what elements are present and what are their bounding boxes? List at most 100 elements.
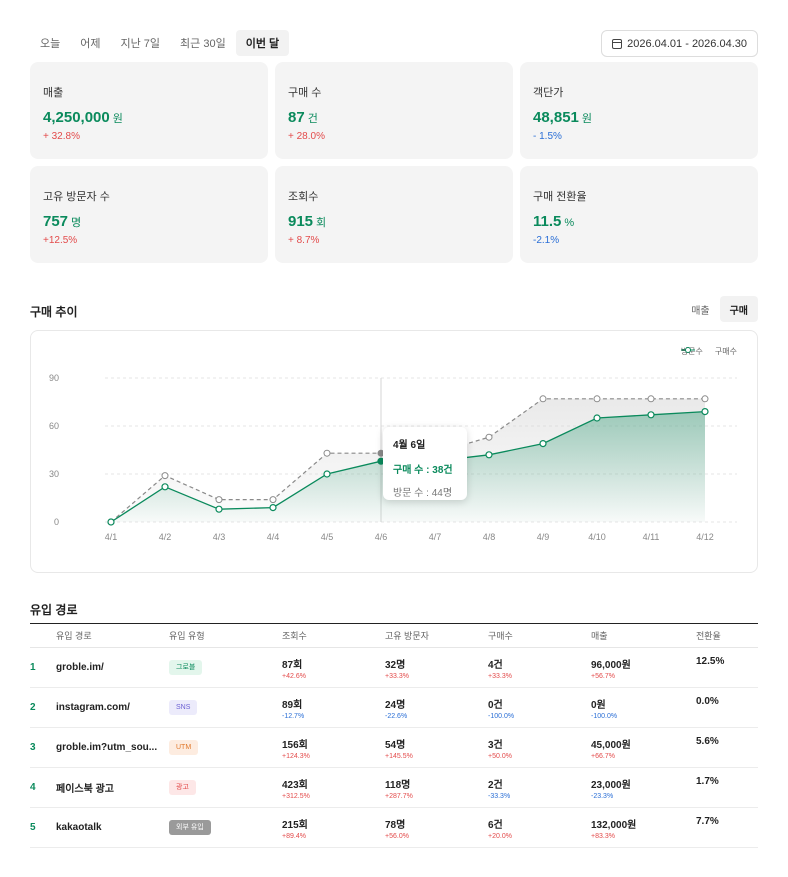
revenue-change: +83.3%: [591, 832, 615, 840]
type-badge: UTM: [169, 740, 199, 755]
stat-value: 4,250,000: [43, 109, 110, 126]
stat-cards: 매출 4,250,000 원 + 32.8% 구매 수 87 건 + 28.0% 객단가 48,8…: [30, 62, 758, 263]
period-tab-last-30-days[interactable]: 최근 30일: [170, 30, 236, 56]
stat-card: 구매 수 87 건 + 28.0%: [275, 62, 513, 159]
visitors-value: 32명: [385, 659, 406, 671]
revenue-value: 132,000원: [591, 819, 637, 831]
visitors-change: +33.3%: [385, 672, 409, 680]
point-visits: [701, 395, 709, 403]
revenue-cell: 45,000원 +66.7%: [591, 736, 696, 760]
point-purchases: [647, 411, 655, 419]
visitors-change: +56.0%: [385, 832, 409, 840]
header-conversion: 전환율: [696, 631, 721, 641]
point-purchases: [593, 414, 601, 422]
toggle-revenue[interactable]: 매출: [681, 296, 719, 322]
row-type-cell: SNS: [169, 700, 282, 715]
header-views: 조회수: [282, 631, 307, 641]
row-rank: 1: [30, 662, 36, 673]
date-range-picker[interactable]: 2026.04.01 - 2026.04.30: [601, 30, 758, 57]
legend-label-purchases: 구매수: [714, 347, 737, 356]
x-tick-label: 4/3: [213, 532, 226, 542]
revenue-value: 96,000원: [591, 659, 631, 671]
point-visits: [269, 496, 277, 504]
stat-card: 조회수 915 회 + 8.7%: [275, 166, 513, 263]
views-value: 156회: [282, 739, 308, 751]
stat-value-row: 757 명: [43, 213, 255, 230]
stat-value-row: 11.5%: [533, 213, 745, 230]
stat-value: 87: [288, 109, 305, 126]
y-tick-label: 30: [49, 469, 59, 479]
views-value: 215회: [282, 819, 308, 831]
row-type-cell: 광고: [169, 780, 282, 795]
table-body: 1 groble.im/그로블 87회 +42.6% 32명 +33.3% 4건 +33.3%…: [30, 648, 758, 848]
views-cell: 89회 -12.7%: [282, 696, 385, 720]
purchase-trend-chart: 0 30 60 90 4/1 4/2 4/3 4/4 4/5 4/6 4/7 4/8 4/9 4/10 4/…: [30, 330, 758, 573]
revenue-value: 23,000원: [591, 779, 631, 791]
row-type-cell: 그로블: [169, 660, 282, 675]
table-row[interactable]: 4 페이스북 광고 광고 423회 +312.5% 118명 +287.7% 2건 -33.3%…: [30, 768, 758, 808]
point-visits: [323, 449, 331, 457]
stat-unit: 원: [112, 113, 123, 125]
point-purchases: [701, 407, 709, 416]
point-purchases: [323, 470, 331, 478]
revenue-change: +66.7%: [591, 752, 615, 760]
stat-change: -2.1%: [533, 235, 560, 246]
header-visitors: 고유 방문자: [385, 631, 429, 641]
row-rank: 2: [30, 702, 36, 713]
table-row[interactable]: 2 instagram.com/SNS 89회 -12.7% 24명 -22.6% 0건 -1…: [30, 688, 758, 728]
stat-value-row: 87 건: [288, 109, 500, 126]
row-rank: 4: [30, 782, 36, 793]
visitors-cell: 118명 +287.7%: [385, 776, 488, 800]
x-tick-label: 4/1: [105, 532, 118, 542]
row-conversion: 7.7%: [696, 816, 719, 827]
row-conversion: 5.6%: [696, 736, 719, 747]
visitors-change: +145.5%: [385, 752, 413, 760]
revenue-value: 45,000원: [591, 739, 631, 751]
purchases-value: 2건: [488, 779, 503, 791]
stat-card: 고유 방문자 수 757 명 +12.5%: [30, 166, 268, 263]
x-tick-label: 4/10: [588, 532, 606, 542]
x-tick-label: 4/8: [483, 532, 496, 542]
period-tab-yesterday[interactable]: 어제: [70, 30, 110, 56]
views-value: 89회: [282, 699, 303, 711]
chart-section-title: 구매 추이: [30, 305, 78, 319]
period-tab-today[interactable]: 오늘: [30, 30, 70, 56]
header-type: 유입 유형: [169, 631, 205, 641]
visitors-cell: 54명 +145.5%: [385, 736, 488, 760]
period-tab-this-month[interactable]: 이번 달: [235, 30, 290, 56]
stat-unit: %: [564, 217, 575, 229]
purchases-value: 4건: [488, 659, 503, 671]
stat-change: + 8.7%: [288, 235, 320, 246]
stat-label: 고유 방문자 수: [43, 191, 110, 203]
stat-card: 객단가 48,851 원 - 1.5%: [520, 62, 758, 159]
revenue-value: 0원: [591, 699, 606, 711]
views-change: +89.4%: [282, 832, 306, 840]
table-row[interactable]: 5 kakaotalk 외부 유입 215회 +89.4% 78명 +56.0% 6건 +20.…: [30, 808, 758, 848]
purchases-value: 3건: [488, 739, 503, 751]
period-tabs: 오늘 어제 지난 7일 최근 30일 이번 달: [30, 30, 290, 56]
period-tab-last-7-days[interactable]: 지난 7일: [111, 30, 171, 56]
stat-card: 구매 전환율 11.5% -2.1%: [520, 166, 758, 263]
stat-label: 구매 전환율: [533, 191, 587, 203]
visitors-value: 118명: [385, 779, 411, 791]
row-rank: 3: [30, 742, 36, 753]
stat-label: 매출: [43, 87, 64, 99]
visitors-value: 78명: [385, 819, 406, 831]
purchases-cell: 2건 -33.3%: [488, 776, 591, 800]
toggle-purchases[interactable]: 구매: [719, 296, 758, 322]
table-row[interactable]: 3 groble.im?utm_sou... UTM 156회 +124.3% 54명 +1…: [30, 728, 758, 768]
x-tick-label: 4/5: [321, 532, 334, 542]
x-tick-label: 4/11: [643, 532, 660, 542]
views-cell: 215회 +89.4%: [282, 816, 385, 840]
row-type-cell: 외부 유입: [169, 820, 282, 835]
purchases-value: 6건: [488, 819, 503, 831]
x-tick-label: 4/9: [537, 532, 550, 542]
table-row[interactable]: 1 groble.im/그로블 87회 +42.6% 32명 +33.3% 4건 +33.3%…: [30, 648, 758, 688]
point-purchases: [161, 483, 169, 491]
visitors-value: 54명: [385, 739, 406, 751]
tooltip-visits: 방문 수 : 44명: [393, 488, 453, 499]
stat-unit: 원: [581, 113, 593, 125]
views-change: -12.7%: [282, 712, 305, 720]
row-conversion: 0.0%: [696, 696, 719, 707]
tooltip-title: 4월 6일: [393, 440, 426, 451]
